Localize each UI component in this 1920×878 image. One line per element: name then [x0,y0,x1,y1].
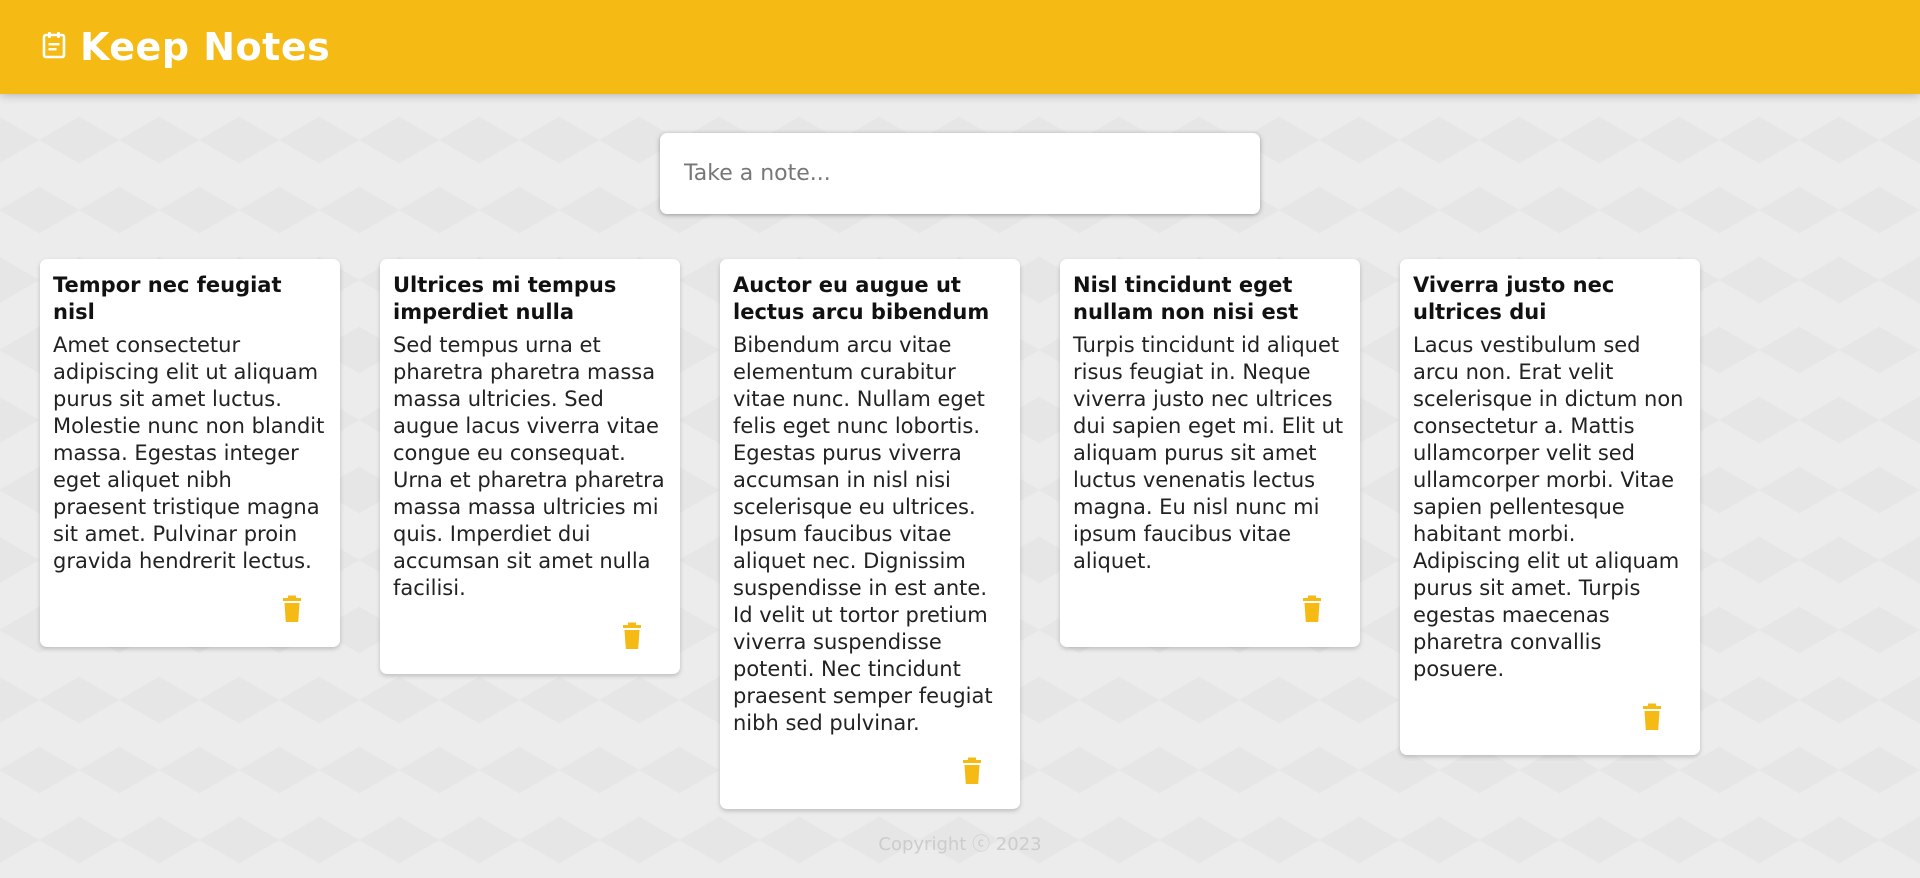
note-card: Nisl tincidunt eget nullam non nisi est … [1060,259,1360,647]
app-title: Keep Notes [80,25,331,69]
note-title: Tempor nec feugiat nisl [53,273,282,324]
note-title: Nisl tincidunt eget nullam non nisi est [1073,273,1299,324]
trash-icon [283,595,301,622]
delete-button[interactable] [279,595,305,623]
note-content: Lacus vestibulum sed arcu non. Erat veli… [1413,333,1684,681]
note-card: Ultrices mi tempus imperdiet nulla Sed t… [380,259,680,674]
note-title: Auctor eu augue ut lectus arcu bibendum [733,273,990,324]
note-input[interactable] [684,161,1236,186]
trash-icon [623,622,641,649]
copyright-footer: Copyright ⓒ 2023 [878,834,1042,855]
delete-button[interactable] [959,757,985,785]
note-card: Viverra justo nec ultrices dui Lacus ves… [1400,259,1700,755]
trash-icon [1303,595,1321,622]
note-content: Bibendum arcu vitae elementum curabitur … [733,333,993,735]
trash-icon [1643,703,1661,730]
note-card: Tempor nec feugiat nisl Amet consectetur… [40,259,340,647]
note-title: Ultrices mi tempus imperdiet nulla [393,273,617,324]
note-content: Sed tempus urna et pharetra pharetra mas… [393,333,665,600]
delete-button[interactable] [1639,703,1665,731]
app-header: Keep Notes [0,0,1920,94]
trash-icon [963,757,981,784]
note-content: Amet consectetur adipiscing elit ut aliq… [53,333,325,573]
delete-button[interactable] [619,622,645,650]
note-icon [42,32,66,59]
note-content: Turpis tincidunt id aliquet risus feugia… [1073,333,1344,573]
note-card: Auctor eu augue ut lectus arcu bibendum … [720,259,1020,809]
create-note-form [660,133,1260,214]
note-title: Viverra justo nec ultrices dui [1413,273,1615,324]
delete-button[interactable] [1299,595,1325,623]
